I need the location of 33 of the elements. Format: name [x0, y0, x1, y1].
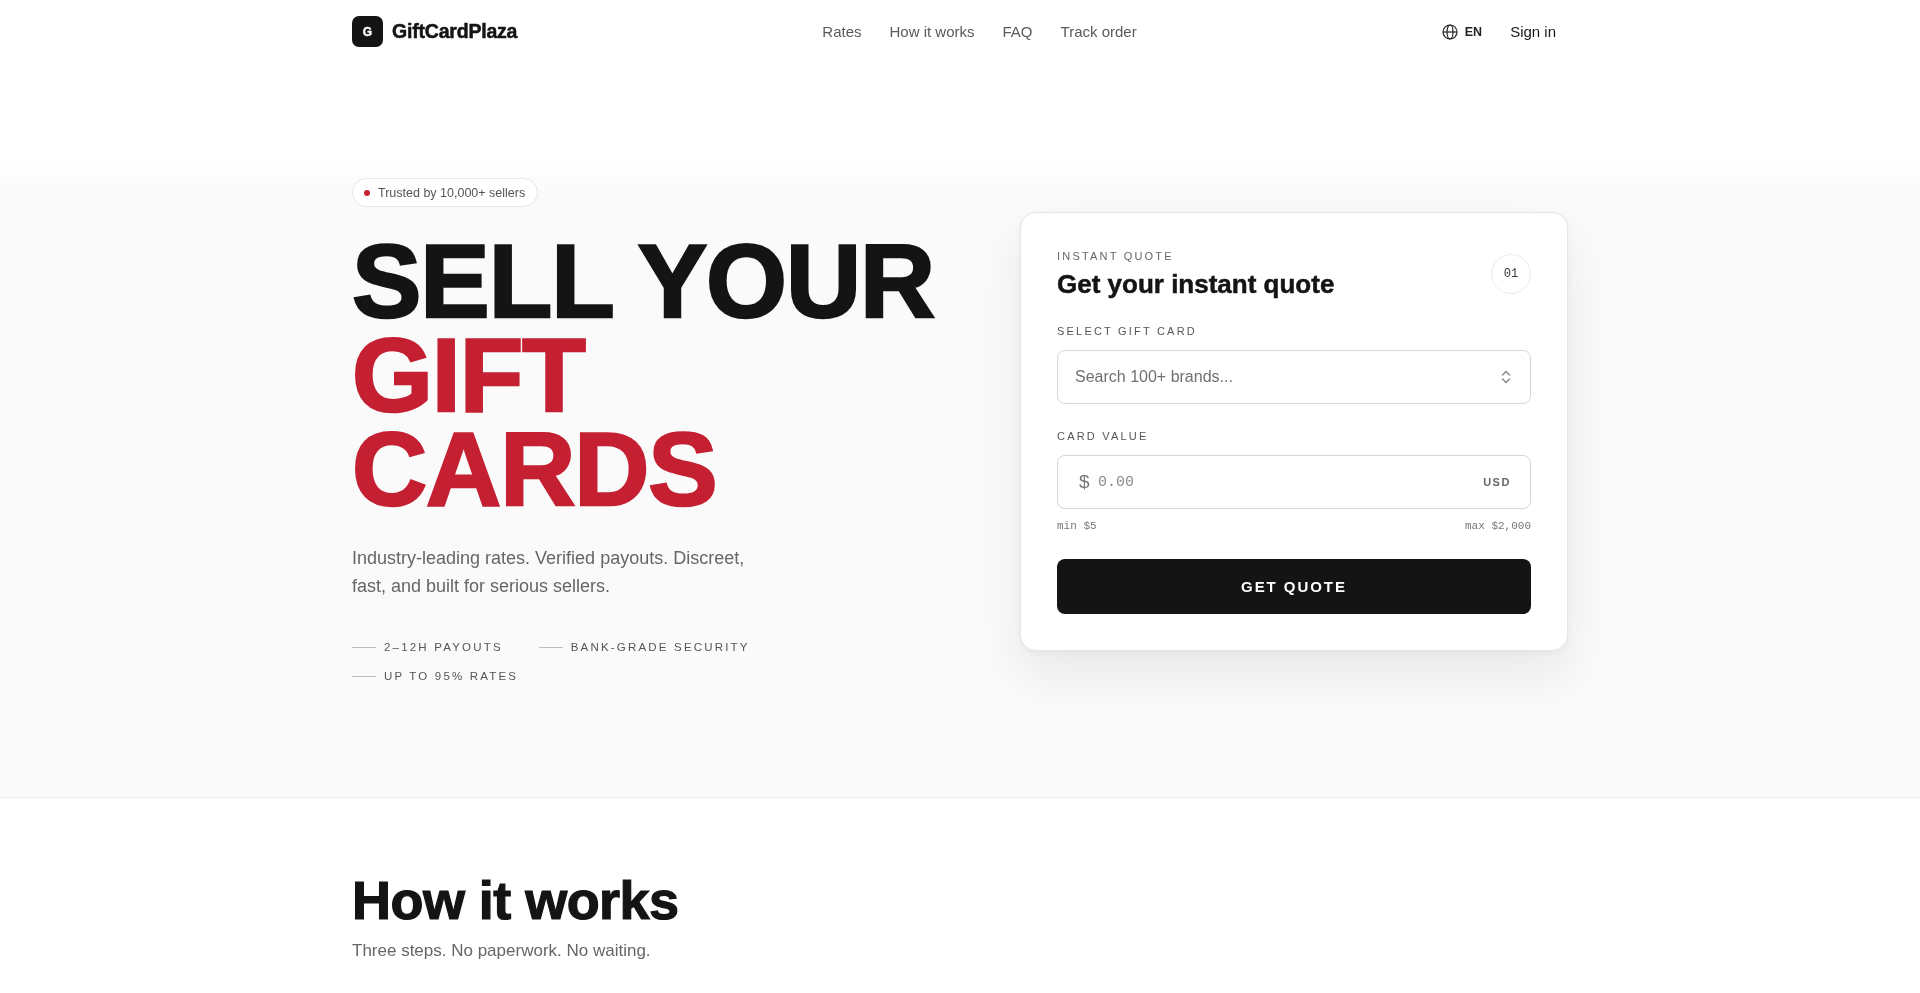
nav-link[interactable]: How it works — [889, 23, 975, 40]
card-eyebrow: INSTANT QUOTE — [1057, 249, 1174, 263]
headline-text: SELL YOUR — [352, 234, 936, 328]
nav-link[interactable]: Rates — [822, 23, 862, 40]
dash-icon — [538, 646, 563, 648]
section-heading: How it works — [352, 871, 680, 930]
hero-description: Industry-leading rates. Verified payouts. Discreet, fast, and built for serious sellers. — [352, 547, 746, 598]
feature-text: BANK-GRADE SECURITY — [570, 641, 750, 653]
globe-icon — [1441, 23, 1458, 40]
card-title: Get your instant quote — [1057, 269, 1335, 299]
status-dot-icon — [364, 189, 370, 196]
badge-text: Trusted by 10,000+ sellers — [378, 185, 526, 200]
currency-code: USD — [1483, 475, 1511, 489]
headline-text: GIFT CARDS — [352, 328, 717, 516]
feature-text: 2–12H PAYOUTS — [384, 641, 503, 653]
sign-in-link[interactable]: Sign in — [1510, 23, 1556, 40]
field-hint: min $5 — [1057, 519, 1097, 533]
field-hint: max $2,000 — [1465, 519, 1531, 533]
field-label: CARD VALUE — [1057, 429, 1149, 443]
feature-text: UP TO 95% RATES — [384, 670, 519, 682]
language-button[interactable]: EN — [1441, 23, 1483, 40]
currency-symbol: $ — [1079, 471, 1090, 493]
brand-select[interactable]: Search 100+ brands... — [1057, 350, 1531, 404]
nav-link[interactable]: Track order — [1060, 23, 1137, 40]
dash-icon — [352, 646, 376, 648]
nav-link[interactable]: FAQ — [1002, 23, 1033, 40]
brand-name[interactable]: GiftCardPlaza — [392, 20, 518, 43]
get-quote-button[interactable]: GET QUOTE — [1057, 559, 1531, 614]
field-label: SELECT GIFT CARD — [1057, 324, 1197, 338]
dash-icon — [352, 675, 376, 677]
section-subtitle: Three steps. No paperwork. No waiting. — [352, 940, 652, 962]
chevron-up-down-icon — [1501, 370, 1511, 384]
logo-mark[interactable]: G — [352, 16, 383, 47]
